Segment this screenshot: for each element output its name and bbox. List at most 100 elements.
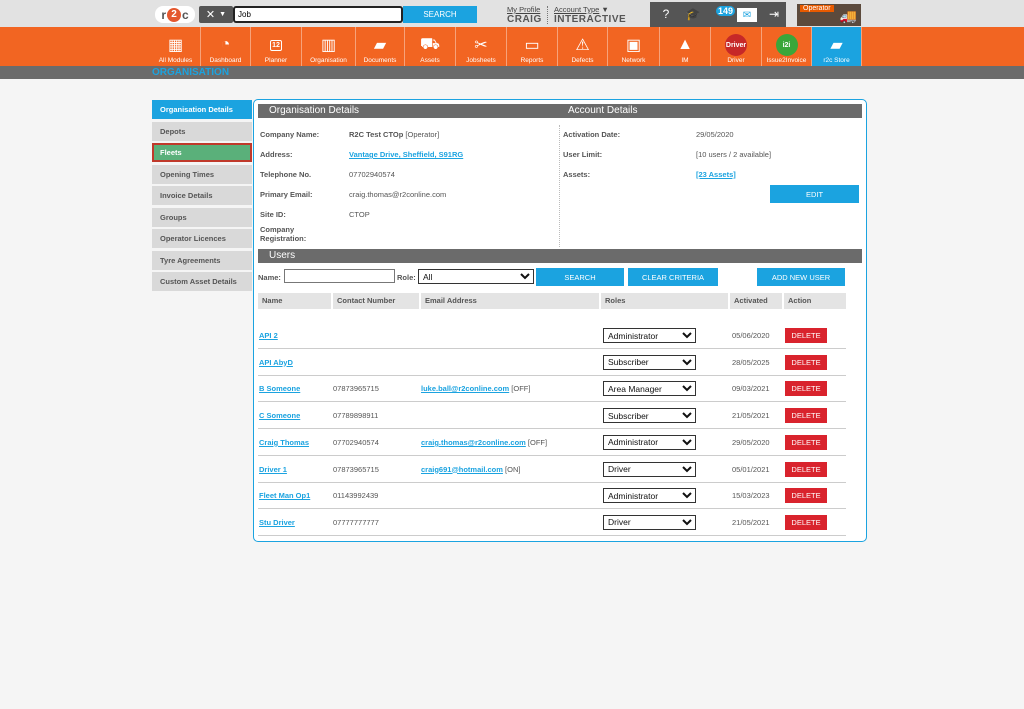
user-name-link[interactable]: B Someone	[259, 375, 300, 402]
user-activated-date: 09/03/2021	[732, 384, 770, 394]
sidebar-item-groups[interactable]: Groups	[152, 207, 252, 227]
caret-down-icon: ▼	[601, 5, 609, 14]
sidebar-item-operator-licences[interactable]: Operator Licences	[152, 229, 252, 248]
delete-user-button[interactable]: DELETE	[785, 434, 827, 450]
col-contact-number[interactable]: Contact Number	[333, 293, 419, 309]
table-row: Craig Thomas 07702940574 craig.thomas@r2co…	[258, 429, 846, 456]
table-row: C Someone 07789898911 Subscriber 21/05/2021…	[258, 402, 846, 430]
user-role-select[interactable]: Area Manager	[603, 381, 696, 397]
notifications-icon[interactable]: 149	[710, 4, 736, 24]
user-name-link[interactable]: API 2	[259, 322, 278, 349]
module-label: Dashboard	[209, 57, 242, 64]
user-role-select[interactable]: Driver	[603, 461, 696, 477]
sidebar-item-depots[interactable]: Depots	[152, 121, 252, 141]
delete-user-button[interactable]: DELETE	[785, 408, 827, 424]
user-name-link[interactable]: Stu Driver	[259, 509, 295, 536]
driver-icon: Driver	[724, 34, 748, 56]
user-activated-date: 28/05/2025	[732, 357, 770, 367]
users-search-button[interactable]: SEARCH	[536, 268, 624, 286]
module-jobsheets[interactable]: ✂ Jobsheets	[456, 27, 507, 66]
col-activated[interactable]: Activated	[730, 293, 782, 309]
module-documents[interactable]: ▰ Documents	[356, 27, 405, 66]
tools-icon: ✂	[474, 37, 488, 54]
global-search-input[interactable]	[233, 6, 403, 23]
module-issue2invoice[interactable]: i2i Issue2Invoice	[762, 27, 812, 66]
user-email-link[interactable]: luke.ball@r2conline.com	[421, 384, 509, 393]
name-filter-input[interactable]	[284, 269, 395, 283]
clear-criteria-button[interactable]: CLEAR CRITERIA	[628, 268, 718, 286]
sidebar-item-fleets[interactable]: Fleets	[152, 143, 252, 162]
delete-user-button[interactable]: DELETE	[785, 328, 827, 343]
module-label: IM	[681, 57, 689, 64]
col-roles[interactable]: Roles	[601, 293, 728, 309]
user-role-select[interactable]: Administrator	[603, 488, 696, 504]
assets-link[interactable]: [23 Assets]	[696, 170, 736, 179]
user-role-select[interactable]: Subscriber	[603, 354, 696, 370]
user-name-link[interactable]: Fleet Man Op1	[259, 482, 310, 509]
module-label: Defects	[571, 57, 594, 64]
delete-user-button[interactable]: DELETE	[785, 381, 827, 397]
delete-user-button[interactable]: DELETE	[785, 488, 827, 504]
account-type[interactable]: Account Type ▼ INTERACTIVE	[554, 5, 626, 25]
operator-label: Operator	[800, 5, 834, 12]
col-email-address[interactable]: Email Address	[421, 293, 599, 309]
sidebar-item-opening-times[interactable]: Opening Times	[152, 164, 252, 184]
account-details-header: Account Details	[568, 105, 638, 116]
module-im[interactable]: ▲ IM	[660, 27, 711, 66]
module-driver[interactable]: Driver Driver	[711, 27, 762, 66]
module-organisation[interactable]: ▥ Organisation	[302, 27, 356, 66]
account-type-link[interactable]: Account Type	[554, 5, 599, 14]
user-email-link[interactable]: craig.thomas@r2conline.com	[421, 438, 526, 447]
module-defects[interactable]: ⚠ Defects	[558, 27, 608, 66]
user-role-select[interactable]: Administrator	[603, 328, 696, 343]
delete-user-button[interactable]: DELETE	[785, 461, 827, 477]
delete-user-button[interactable]: DELETE	[785, 354, 827, 370]
table-row: Driver 1 07873965715 craig691@hotmail.com …	[258, 456, 846, 483]
mail-icon[interactable]: ✉	[737, 8, 757, 22]
module-dashboard[interactable]: ◔ Dashboard	[201, 27, 251, 66]
add-new-user-button[interactable]: ADD NEW USER	[757, 268, 845, 286]
tools-menu[interactable]: ✕ ▼	[199, 6, 233, 23]
sidebar-item-tyre-agreements[interactable]: Tyre Agreements	[152, 250, 252, 270]
module-planner[interactable]: 12 Planner	[251, 27, 302, 66]
grid-icon: ▦	[167, 37, 184, 54]
col-name[interactable]: Name	[258, 293, 331, 309]
delete-user-button[interactable]: DELETE	[785, 514, 827, 530]
role-filter-select[interactable]: All	[418, 269, 534, 284]
site-id-value: CTOP	[349, 210, 370, 219]
col-action: Action	[784, 293, 846, 309]
module-reports[interactable]: ▭ Reports	[507, 27, 558, 66]
sidebar-item-organisation-details[interactable]: Organisation Details	[152, 100, 252, 119]
user-name-link[interactable]: C Someone	[259, 402, 300, 429]
global-search-button[interactable]: SEARCH	[403, 6, 477, 23]
my-profile-link[interactable]: My Profile	[507, 5, 542, 14]
help-icon[interactable]: ?	[655, 4, 677, 24]
company-name-value: R2C Test CTOp [Operator]	[349, 130, 439, 139]
user-name-link[interactable]: Driver 1	[259, 456, 287, 483]
module-r2c-store[interactable]: ▰ r2c Store	[812, 27, 862, 66]
user-name-link[interactable]: API AbyD	[259, 349, 293, 376]
user-name-link[interactable]: Craig Thomas	[259, 429, 309, 456]
telephone-value: 07702940574	[349, 170, 395, 179]
logout-icon[interactable]: ⇥	[763, 4, 785, 24]
sidebar: Organisation Details Depots Fleets Openi…	[152, 100, 252, 294]
address-link[interactable]: Vantage Drive, Sheffield, S91RG	[349, 150, 463, 159]
company-registration-label: Company Registration:	[260, 225, 306, 243]
module-label: Reports	[520, 57, 544, 64]
module-assets[interactable]: ⛟ Assets	[405, 27, 456, 66]
gauge-icon: ◔	[220, 36, 231, 53]
user-role-select[interactable]: Driver	[603, 514, 696, 530]
r2c-logo[interactable]: r2c	[155, 6, 195, 23]
user-role-select[interactable]: Administrator	[603, 434, 696, 450]
operator-badge[interactable]: Operator 🚚	[797, 4, 861, 26]
graduation-cap-icon[interactable]: 🎓	[682, 4, 704, 24]
user-role-select[interactable]: Subscriber	[603, 408, 696, 424]
sidebar-item-custom-asset-details[interactable]: Custom Asset Details	[152, 272, 252, 291]
sidebar-item-invoice-details[interactable]: Invoice Details	[152, 186, 252, 205]
user-activated-date: 21/05/2021	[732, 517, 770, 527]
clipboard-icon: ▭	[524, 37, 540, 54]
user-email-link[interactable]: craig691@hotmail.com	[421, 465, 503, 474]
module-network[interactable]: ▣ Network	[608, 27, 660, 66]
module-all-modules[interactable]: ▦ All Modules	[151, 27, 201, 66]
edit-button[interactable]: EDIT	[770, 185, 859, 203]
